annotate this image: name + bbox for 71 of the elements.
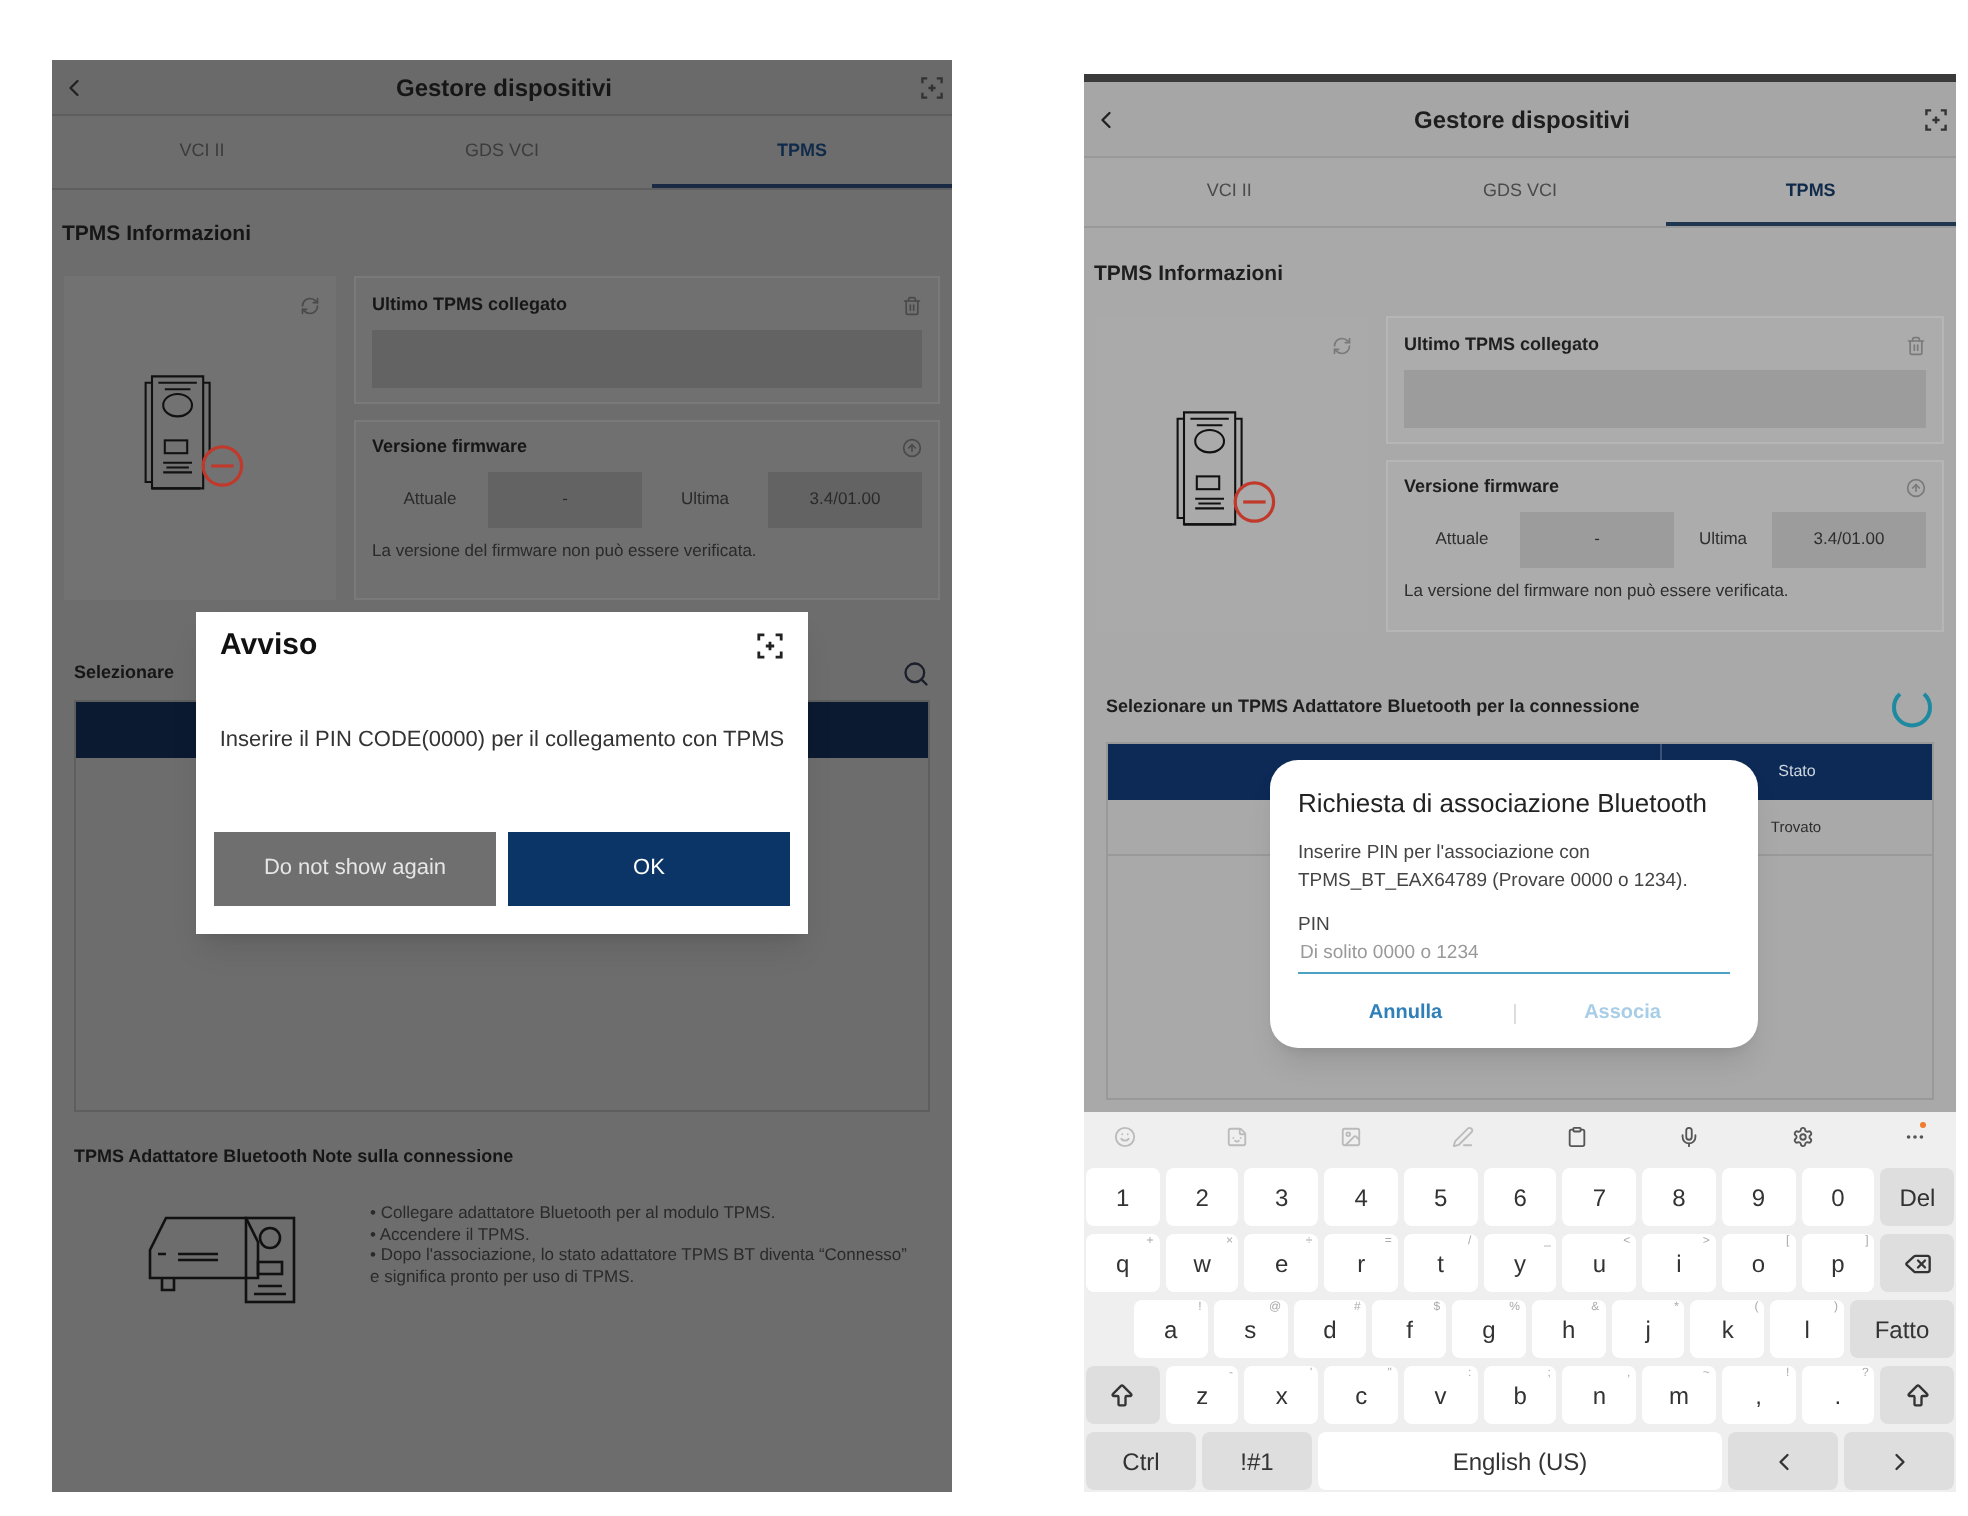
keyboard-key[interactable]: 8 [1642, 1168, 1716, 1226]
latest-version-value: 3.4/01.00 [768, 471, 922, 528]
keyboard-key[interactable]: 4 [1324, 1168, 1398, 1226]
microphone-icon[interactable] [1678, 1125, 1701, 1147]
latest-label: Ultima [678, 486, 732, 513]
backspace-key[interactable] [1880, 1234, 1955, 1292]
card-title: Ultimo TPMS collegato [1404, 331, 1600, 358]
section-title: Selezionare [74, 660, 175, 686]
section-title: TPMS Informazioni [60, 220, 253, 250]
backspace-icon [1903, 1249, 1932, 1277]
firmware-note: La versione del firmware non può essere verificata. [1404, 577, 1791, 603]
clipboard-icon[interactable] [1565, 1125, 1588, 1147]
latest-version-value: 3.4/01.00 [1772, 511, 1926, 568]
settings-icon[interactable] [1791, 1125, 1814, 1147]
current-version-value: - [488, 471, 642, 528]
shift-key[interactable] [1880, 1366, 1955, 1424]
keyboard-key[interactable]: 3 [1244, 1168, 1319, 1226]
current-label: Attuale [1433, 526, 1491, 553]
trash-icon[interactable] [1906, 335, 1926, 355]
note-line: • Dopo l'associazione, lo stato adattatore TPMS BT diventa “Connesso” e significa pronto per uso di TPMS. [370, 1244, 909, 1287]
keyboard-key[interactable]: 0 [1801, 1168, 1875, 1226]
section-title: TPMS Informazioni [1092, 260, 1285, 290]
card-title: Versione firmware [1404, 474, 1560, 501]
section-title: Selezionare un TPMS Adattatore Bluetooth per la connessione [1106, 694, 1640, 720]
tab[interactable]: TPMS [1665, 158, 1956, 226]
pin-input-field[interactable]: Di solito 0000 o 1234 [1298, 939, 1730, 974]
keyboard-key[interactable]: 2 [1165, 1168, 1239, 1226]
smiley-icon[interactable] [1114, 1125, 1136, 1147]
ok-button[interactable]: OK [508, 832, 790, 906]
search-icon[interactable] [902, 659, 930, 688]
scan-plus-icon[interactable] [756, 632, 784, 661]
note-line: • Collegare adattatore Bluetooth per al modulo TPMS. [370, 1202, 778, 1224]
space-key[interactable]: English (US) [1318, 1432, 1722, 1490]
function-key[interactable]: Ctrl [1086, 1432, 1196, 1490]
refresh-icon[interactable] [1332, 335, 1352, 356]
card-title: Ultimo TPMS collegato [372, 291, 568, 318]
dialog-message: Inserire PIN per l'associazione con TPMS_BT_EAX64789 (Provare 0000 o 1234). [1298, 839, 1690, 895]
image-icon[interactable] [1339, 1125, 1362, 1147]
dialog-title: Avviso [220, 626, 318, 666]
keyboard-key[interactable]: 5 [1403, 1168, 1478, 1226]
pen-icon[interactable] [1452, 1125, 1475, 1147]
dialog-message: Inserire il PIN CODE(0000) per il collegamento con TPMS [217, 725, 787, 755]
tab[interactable]: GDS VCI [1374, 158, 1666, 226]
keyboard-key[interactable]: 9 [1721, 1168, 1796, 1226]
sticker-icon[interactable] [1226, 1125, 1249, 1147]
header-title: Gestore dispositivi [1413, 103, 1631, 137]
refresh-icon[interactable] [300, 295, 320, 316]
upload-circle-icon[interactable] [902, 438, 922, 458]
note-line: • Accendere il TPMS. [370, 1223, 532, 1245]
function-key[interactable]: !#1 [1202, 1432, 1312, 1490]
function-key[interactable]: Del [1880, 1168, 1955, 1226]
done-key[interactable]: Fatto [1850, 1300, 1955, 1358]
cancel-button[interactable]: Annulla [1298, 998, 1513, 1028]
tab[interactable]: VCI II [1084, 158, 1375, 226]
upload-circle-icon[interactable] [1906, 478, 1926, 498]
shift-arrow-icon [1903, 1381, 1932, 1409]
shift-arrow-icon [1108, 1381, 1137, 1409]
current-label: Attuale [401, 486, 459, 513]
shift-key[interactable] [1086, 1366, 1160, 1424]
keyboard-key[interactable]: 6 [1483, 1168, 1557, 1226]
field-label: PIN [1298, 911, 1332, 939]
current-version-value: - [1520, 511, 1674, 568]
latest-label: Ultima [1696, 526, 1750, 553]
card-title: Versione firmware [372, 434, 528, 461]
header-title: Gestore dispositivi [395, 71, 613, 105]
trash-icon[interactable] [902, 295, 922, 315]
keyboard-key[interactable]: 1 [1086, 1168, 1160, 1226]
notes-title: TPMS Adattatore Bluetooth Note sulla connessione [74, 1143, 516, 1170]
keyboard-key[interactable]: 7 [1562, 1168, 1637, 1226]
firmware-note: La versione del firmware non può essere verificata. [372, 537, 759, 563]
secondary-button[interactable]: Do not show again [214, 832, 496, 906]
